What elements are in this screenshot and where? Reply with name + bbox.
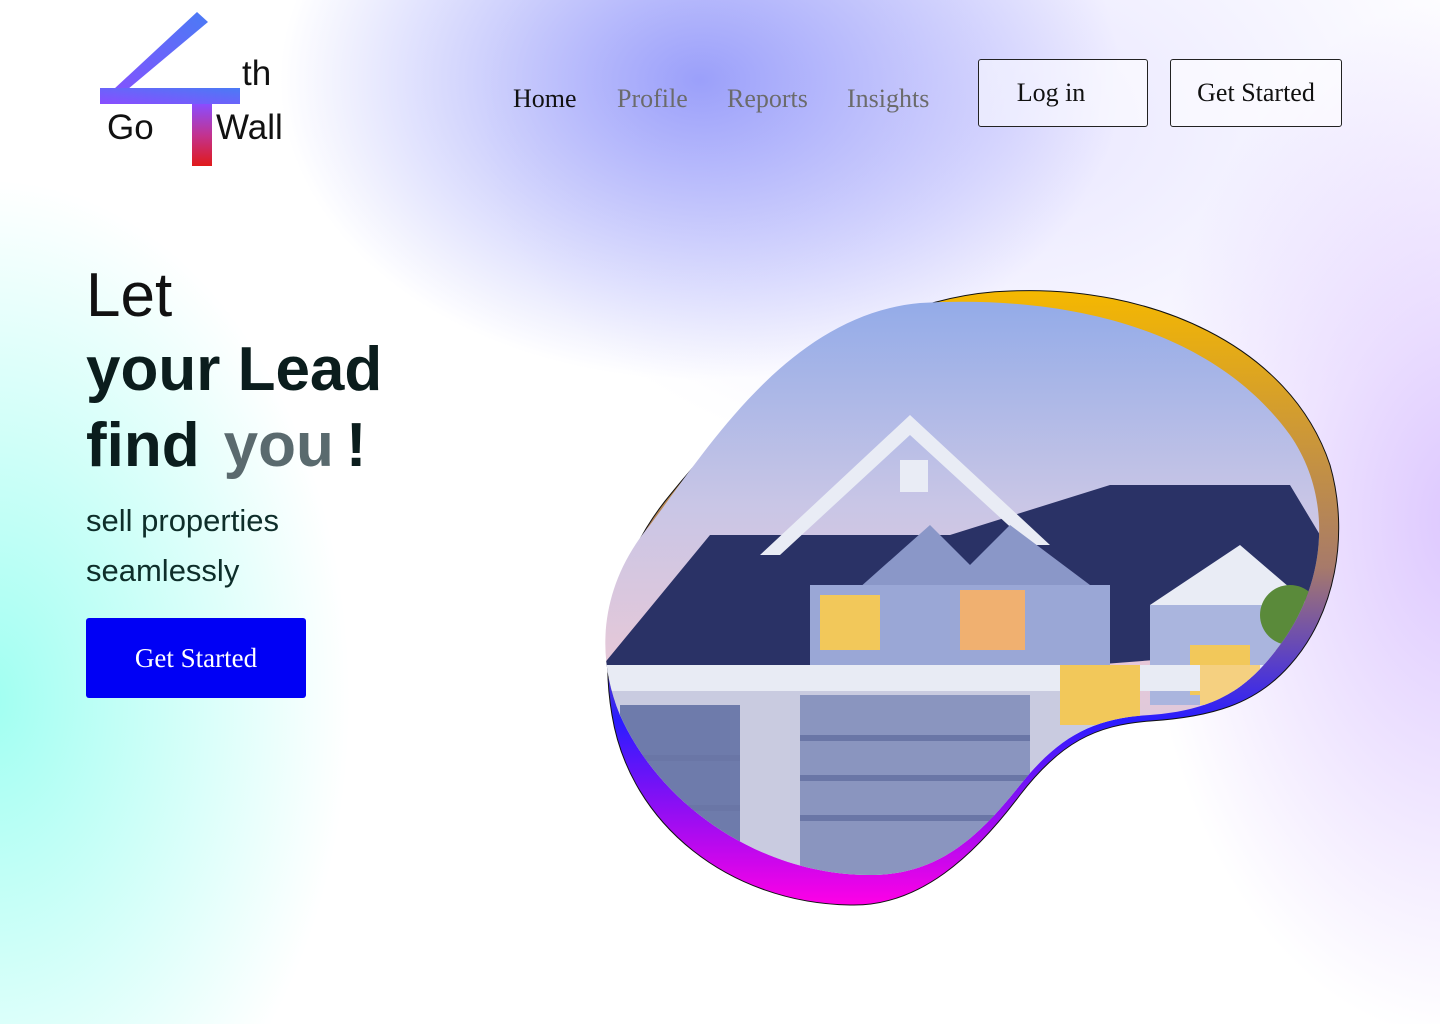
nav-link-insights[interactable]: Insights [847,84,929,114]
hero-word-you: you [223,411,334,480]
logo-word-wall: Wall [216,108,283,147]
login-button[interactable]: Log in [978,59,1148,127]
nav-link-home[interactable]: Home [513,84,577,114]
nav-link-profile[interactable]: Profile [617,84,688,114]
logo-word-go: Go [107,108,154,147]
header-get-started-button[interactable]: Get Started [1170,59,1342,127]
hero-exclamation: ! [345,411,367,480]
nav-link-reports[interactable]: Reports [727,84,808,114]
hero-heading-line1: Let [86,261,173,330]
hero-house-image [605,290,1340,906]
brand-logo[interactable]: Go th Wall [96,8,296,173]
logo-superscript: th [242,54,272,93]
hero-heading-line2: your Lead [86,335,383,404]
hero-heading-line3: find you! [86,410,367,481]
hero-get-started-button[interactable]: Get Started [86,618,306,698]
hero-subtitle-line1: sell properties [86,503,279,538]
hero-word-find: find [86,411,200,480]
hero-subtitle-line2: seamlessly [86,553,240,588]
